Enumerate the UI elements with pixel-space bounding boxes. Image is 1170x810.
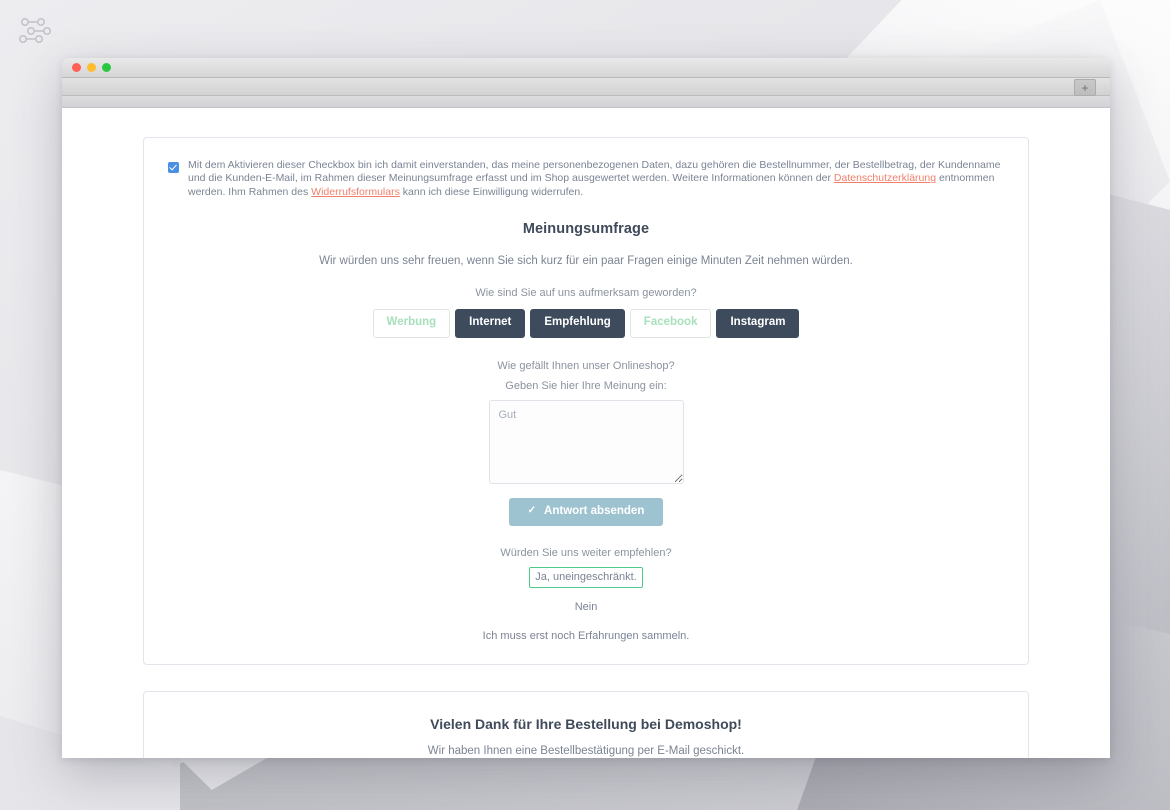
opinion-field-wrapper bbox=[168, 399, 1004, 484]
consent-checkbox[interactable] bbox=[168, 162, 179, 173]
thank-you-body: Vielen Dank für Ihre Bestellung bei Demo… bbox=[168, 716, 1004, 758]
thank-you-line-1: Wir haben Ihnen eine Bestellbestätigung … bbox=[427, 745, 745, 758]
consent-text-part3: kann ich diese Einwilligung widerrufen. bbox=[399, 185, 584, 198]
close-window-button[interactable] bbox=[72, 63, 81, 72]
browser-window: + Mit dem Aktivieren dieser Checkbox bin… bbox=[62, 58, 1110, 758]
browser-tabstrip: + bbox=[62, 78, 1110, 96]
browser-viewport: Mit dem Aktivieren dieser Checkbox bin i… bbox=[62, 108, 1110, 758]
check-icon: ✓ bbox=[527, 505, 537, 517]
browser-titlebar bbox=[62, 58, 1110, 78]
source-option-instagram[interactable]: Instagram bbox=[716, 309, 800, 338]
graph-nodes-logo-icon bbox=[18, 18, 51, 43]
browser-toolbar bbox=[62, 96, 1110, 108]
opinion-textarea[interactable] bbox=[488, 399, 684, 484]
source-option-empfehlung[interactable]: Empfehlung bbox=[530, 309, 625, 338]
question-recommend-label: Würden Sie uns weiter empfehlen? bbox=[500, 547, 672, 560]
minimize-window-button[interactable] bbox=[87, 63, 96, 72]
survey-card: Mit dem Aktivieren dieser Checkbox bin i… bbox=[143, 137, 1029, 666]
send-answer-label: Antwort absenden bbox=[544, 504, 645, 517]
recommend-option-nein[interactable]: Nein bbox=[168, 601, 1004, 613]
source-option-internet[interactable]: Internet bbox=[455, 309, 526, 338]
survey-intro: Wir würden uns sehr freuen, wenn Sie sic… bbox=[319, 255, 853, 268]
consent-row: Mit dem Aktivieren dieser Checkbox bin i… bbox=[168, 159, 1004, 199]
survey-body: Meinungsumfrage Wir würden uns sehr freu… bbox=[168, 221, 1004, 642]
recommend-option-group: Ja, uneingeschränkt. bbox=[168, 567, 1004, 589]
send-answer-button[interactable]: ✓ Antwort absenden bbox=[508, 497, 664, 527]
source-option-werbung[interactable]: Werbung bbox=[372, 309, 451, 338]
source-option-facebook[interactable]: Facebook bbox=[629, 309, 712, 338]
window-controls bbox=[72, 63, 111, 72]
opinion-field-label: Geben Sie hier Ihre Meinung ein: bbox=[505, 379, 667, 392]
thank-you-card: Vielen Dank für Ihre Bestellung bei Demo… bbox=[143, 691, 1029, 758]
source-option-group: Werbung Internet Empfehlung Facebook Ins… bbox=[168, 309, 1004, 338]
page-content: Mit dem Aktivieren dieser Checkbox bin i… bbox=[110, 108, 1062, 758]
withdrawal-form-link[interactable]: Widerrufsformulars bbox=[311, 186, 400, 198]
survey-title: Meinungsumfrage bbox=[522, 221, 650, 238]
privacy-policy-link[interactable]: Datenschutzerklärung bbox=[834, 172, 936, 184]
question-shop-label: Wie gefällt Ihnen unser Onlineshop? bbox=[497, 359, 675, 372]
recommend-option-erfahrungen[interactable]: Ich muss erst noch Erfahrungen sammeln. bbox=[168, 630, 1004, 642]
consent-text: Mit dem Aktivieren dieser Checkbox bin i… bbox=[188, 159, 1004, 199]
question-source-label: Wie sind Sie auf uns aufmerksam geworden… bbox=[475, 287, 697, 300]
recommend-option-ja[interactable]: Ja, uneingeschränkt. bbox=[529, 567, 643, 589]
thank-you-title: Vielen Dank für Ihre Bestellung bei Demo… bbox=[430, 716, 742, 733]
new-tab-button[interactable]: + bbox=[1074, 79, 1096, 96]
maximize-window-button[interactable] bbox=[102, 63, 111, 72]
send-answer-wrapper: ✓ Antwort absenden bbox=[168, 497, 1004, 527]
